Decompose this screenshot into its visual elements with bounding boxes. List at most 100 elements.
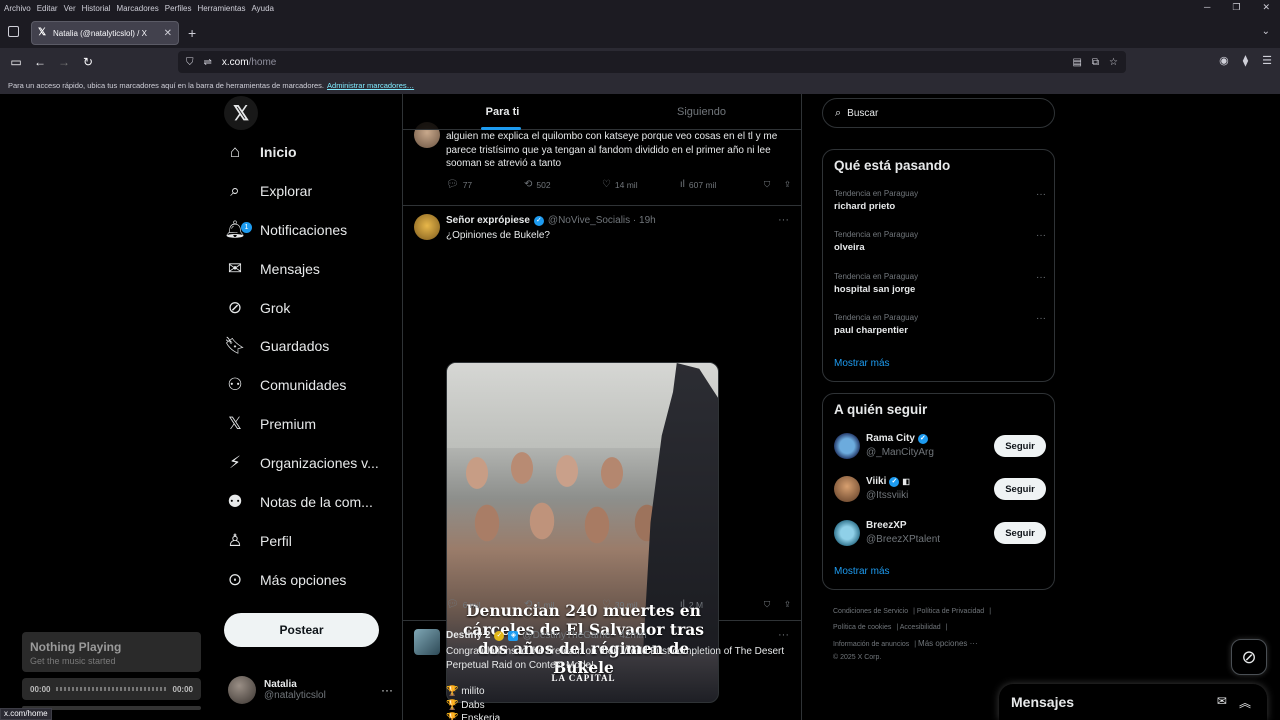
views-button[interactable]: ıl 2 M — [680, 599, 764, 610]
follow-suggestion[interactable]: BreezXP @BreezXPtalent Seguir — [834, 518, 1046, 548]
tweet-author-handle[interactable]: @NoVive_Socialis · 19h — [548, 215, 656, 226]
reply-button[interactable]: 💬︎ 6 mil — [446, 599, 524, 610]
menu-archivo[interactable]: Archivo — [4, 4, 31, 13]
like-button[interactable]: ♡ 14 mil — [602, 179, 680, 190]
bookmark-tweet-icon[interactable]: ⛉ — [764, 599, 784, 610]
tweet-avatar[interactable] — [414, 214, 440, 240]
sidebar-item-comunidades[interactable]: ⚇ Comunidades — [224, 367, 346, 403]
forward-icon[interactable]: → — [52, 55, 76, 69]
more-dots-icon[interactable]: ··· — [1036, 313, 1046, 324]
repost-button[interactable]: ⟲ 502 — [524, 179, 602, 190]
trend-item[interactable]: Tendencia en Paraguay paul charpentier ·… — [834, 313, 1046, 336]
sidebar-item-explorar[interactable]: ⌕ Explorar — [224, 173, 312, 209]
trend-item[interactable]: Tendencia en Paraguay richard prieto ··· — [834, 189, 1046, 212]
tweet[interactable]: Destiny 2 ✓ ◈ @DestinyTheGame · 42min ··… — [403, 621, 801, 720]
music-widget[interactable]: Nothing Playing Get the music started — [22, 632, 201, 672]
views-button[interactable]: ıl 607 mil — [680, 179, 764, 190]
share-icon[interactable]: ⇪ — [784, 179, 791, 190]
follow-suggestion[interactable]: Viiki ✓ ◧ @Itssviiki Seguir — [834, 474, 1046, 504]
footer-link[interactable]: Más opciones ··· — [918, 639, 978, 648]
tweet-author-name[interactable]: Señor exprópiese — [446, 215, 530, 226]
expand-icon[interactable]: ︽ — [1239, 694, 1251, 711]
menu-herramientas[interactable]: Herramientas — [197, 4, 245, 13]
follow-button[interactable]: Seguir — [994, 435, 1046, 457]
close-tab-icon[interactable]: ✕ — [164, 28, 172, 39]
sidebar-item-notas-comunidad[interactable]: ⚉ Notas de la com... — [224, 484, 372, 520]
messages-drawer[interactable]: Mensajes ✉ ︽ — [999, 684, 1267, 720]
sidebar-toggle-icon[interactable]: ▭ — [4, 55, 28, 69]
more-dots-icon[interactable]: ··· — [1036, 272, 1046, 283]
menu-marcadores[interactable]: Marcadores — [117, 4, 159, 13]
tab-siguiendo[interactable]: Siguiendo — [602, 94, 801, 129]
menu-ver[interactable]: Ver — [64, 4, 76, 13]
menu-historial[interactable]: Historial — [82, 4, 111, 13]
follow-button[interactable]: Seguir — [994, 478, 1046, 500]
footer-link[interactable]: Política de cookies — [833, 624, 891, 631]
footer-link[interactable]: Información de anuncios — [833, 641, 909, 648]
follow-suggestion[interactable]: Rama City ✓ @_ManCityArg Seguir — [834, 431, 1046, 461]
reload-icon[interactable]: ↻ — [76, 55, 100, 69]
site-info-icon[interactable]: ⇌ — [204, 57, 212, 68]
footer-link[interactable]: Condiciones de Servicio — [833, 608, 908, 615]
trend-item[interactable]: Tendencia en Paraguay olveira ··· — [834, 230, 1046, 253]
post-button[interactable]: Postear — [224, 613, 379, 647]
music-track[interactable] — [56, 687, 167, 691]
tab-para-ti[interactable]: Para ti — [403, 94, 602, 130]
sidebar-item-guardados[interactable]: 🔖︎ Guardados — [224, 328, 329, 364]
close-window-icon[interactable]: ✕ — [1262, 2, 1270, 13]
tweet-avatar[interactable] — [414, 629, 440, 655]
new-tab-icon[interactable]: + — [188, 25, 196, 41]
tab-overview-icon[interactable] — [8, 26, 19, 37]
menu-perfiles[interactable]: Perfiles — [165, 4, 192, 13]
menu-ayuda[interactable]: Ayuda — [251, 4, 274, 13]
grok-floating-button[interactable]: ⊘ — [1231, 639, 1267, 675]
x-logo-icon[interactable]: 𝕏 — [224, 96, 258, 130]
minimize-icon[interactable]: ─ — [1204, 2, 1210, 13]
shield-icon[interactable]: ⛉ — [186, 57, 194, 68]
footer-link[interactable]: Accesibilidad — [900, 624, 941, 631]
manage-bookmarks-link[interactable]: Administrar marcadores… — [327, 81, 414, 90]
reply-button[interactable]: 💬︎ 77 — [446, 179, 524, 190]
new-message-icon[interactable]: ✉ — [1217, 694, 1227, 711]
list-tabs-icon[interactable]: ⌄ — [1262, 26, 1270, 37]
share-icon[interactable]: ⇪ — [784, 599, 791, 610]
picture-in-picture-icon[interactable]: ⧉ — [1092, 57, 1099, 68]
search-input[interactable]: ⌕ Buscar — [822, 98, 1055, 128]
account-switcher[interactable]: Natalia @natalyticslol ··· — [228, 672, 393, 708]
footer-link[interactable]: Política de Privacidad — [917, 608, 984, 615]
browser-tab-active[interactable]: 𝕏 Natalia (@natalyticslol) / X ✕ — [31, 21, 179, 45]
more-dots-icon[interactable]: ··· — [1036, 230, 1046, 241]
sidebar-item-mensajes[interactable]: ✉ Mensajes — [224, 251, 320, 287]
trends-show-more-link[interactable]: Mostrar más — [834, 358, 890, 369]
follow-button[interactable]: Seguir — [994, 522, 1046, 544]
sidebar-item-perfil[interactable]: ♙ Perfil — [224, 523, 292, 559]
restore-icon[interactable]: ❐ — [1232, 2, 1240, 13]
repost-button[interactable]: ⟲ 1 mil — [524, 599, 602, 610]
menu-hamburger-icon[interactable]: ☰ — [1262, 54, 1272, 67]
sidebar-item-premium[interactable]: 𝕏 Premium — [224, 406, 316, 442]
address-bar[interactable]: ⛉ ⇌ x.com/home ▤ ⧉ ☆ — [178, 51, 1126, 73]
back-icon[interactable]: ← — [28, 55, 52, 69]
trend-item[interactable]: Tendencia en Paraguay hospital san jorge… — [834, 272, 1046, 295]
sidebar-item-grok[interactable]: ⊘ Grok — [224, 290, 290, 326]
music-time-start: 00:00 — [30, 684, 51, 694]
sidebar-item-notificaciones[interactable]: 🔔︎ 1 Notificaciones — [224, 212, 347, 248]
sidebar-item-mas-opciones[interactable]: ⊙ Más opciones — [224, 562, 347, 598]
music-progress[interactable]: 00:00 00:00 — [22, 678, 201, 700]
tweet-more-icon[interactable]: ··· — [778, 629, 789, 641]
menu-editar[interactable]: Editar — [37, 4, 58, 13]
extensions-icon[interactable]: ⧫ — [1243, 54, 1248, 67]
tweet-author-name[interactable]: Destiny 2 — [446, 630, 490, 641]
tweet-more-icon[interactable]: ··· — [778, 214, 789, 226]
reader-view-icon[interactable]: ▤ — [1072, 57, 1081, 68]
account-icon[interactable]: ◉ — [1219, 54, 1229, 67]
tweet-author-handle[interactable]: @DestinyTheGame · 42min — [522, 630, 646, 641]
who-to-follow-show-more-link[interactable]: Mostrar más — [834, 566, 890, 577]
like-button[interactable]: ♡ 39 mil — [602, 599, 680, 610]
bookmark-tweet-icon[interactable]: ⛉ — [764, 179, 784, 190]
sidebar-item-inicio[interactable]: ⌂ Inicio — [224, 134, 297, 170]
sidebar-item-organizaciones[interactable]: ⚡︎ Organizaciones v... — [224, 445, 379, 481]
bookmark-star-icon[interactable]: ☆ — [1109, 57, 1118, 68]
tweet[interactable]: Señor exprópiese ✓ @NoVive_Socialis · 19… — [403, 206, 801, 703]
more-dots-icon[interactable]: ··· — [1036, 189, 1046, 200]
